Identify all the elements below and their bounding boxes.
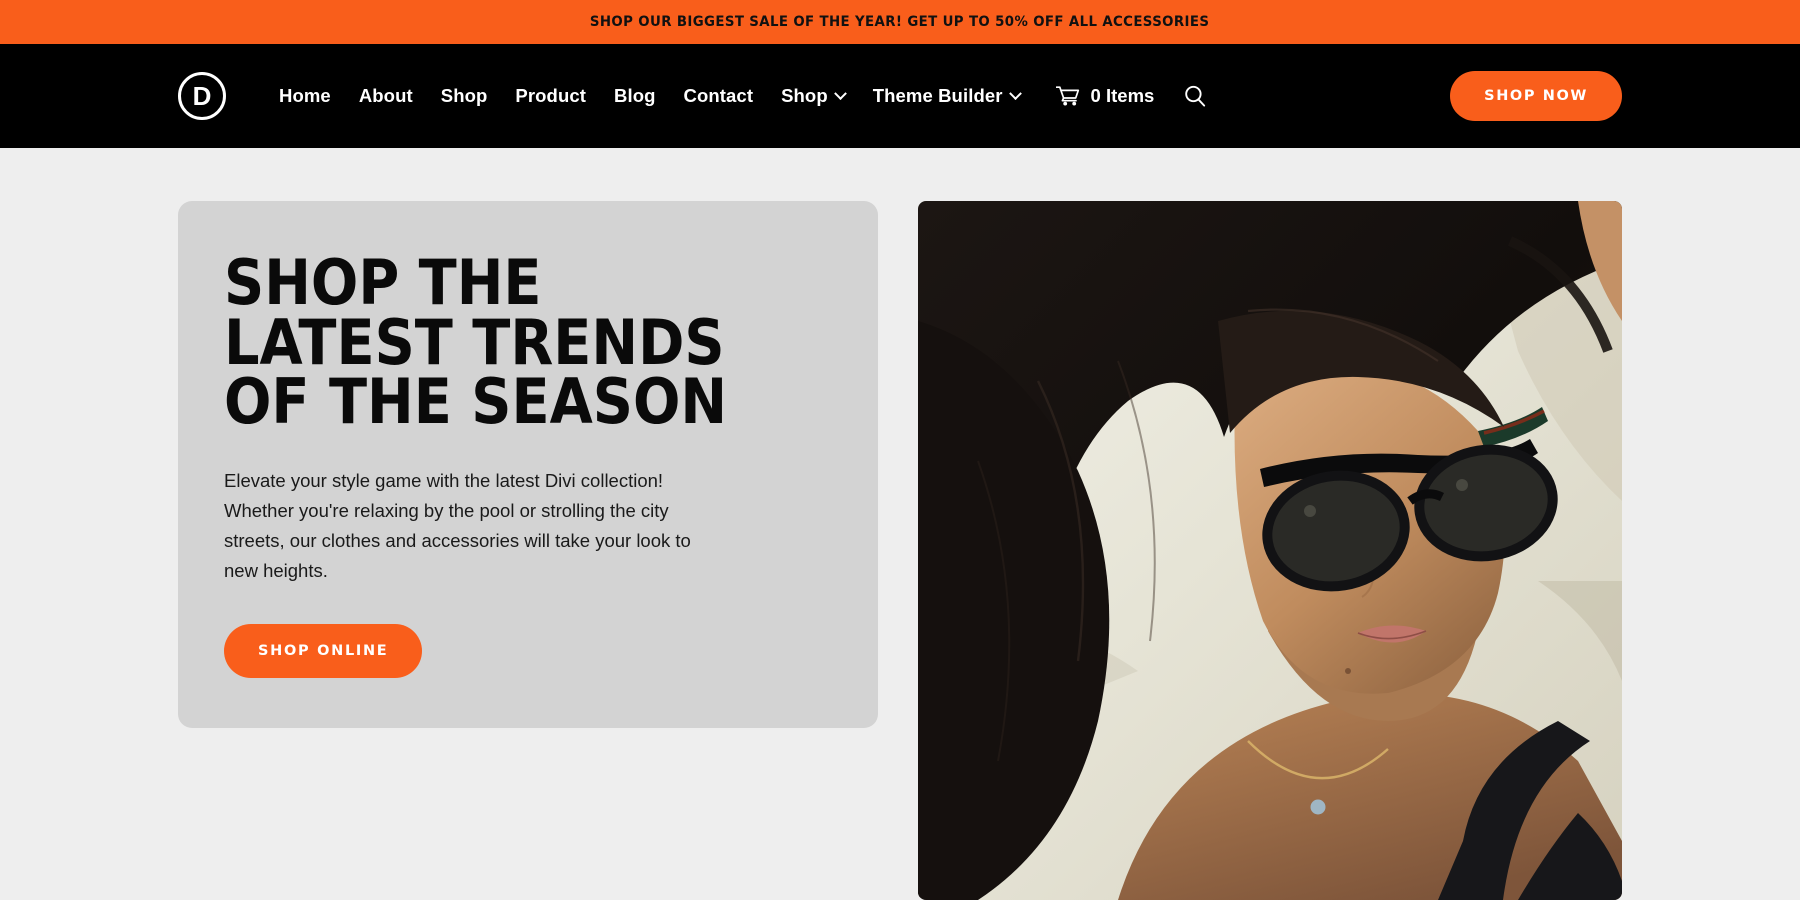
- nav-item-label: Contact: [683, 85, 754, 106]
- cart-link[interactable]: 0 Items: [1034, 85, 1169, 107]
- nav-item-about[interactable]: About: [345, 85, 427, 107]
- nav-item-blog[interactable]: Blog: [600, 85, 670, 107]
- nav-item-shop[interactable]: Shop: [427, 85, 502, 107]
- chevron-down-icon: [1008, 86, 1022, 100]
- nav-item-label: Shop: [440, 85, 488, 106]
- nav-item-label: Blog: [614, 85, 656, 106]
- nav-item-theme-builder-dropdown[interactable]: Theme Builder: [859, 85, 1034, 107]
- announcement-text: SHOP OUR BIGGEST SALE OF THE YEAR! GET U…: [590, 14, 1210, 30]
- announcement-bar: SHOP OUR BIGGEST SALE OF THE YEAR! GET U…: [0, 0, 1800, 44]
- shop-online-button[interactable]: SHOP ONLINE: [224, 624, 423, 679]
- search-button[interactable]: [1168, 85, 1222, 107]
- hero-paragraph: Elevate your style game with the latest …: [224, 469, 691, 581]
- shopping-cart-icon: [1055, 86, 1079, 106]
- nav-item-product[interactable]: Product: [501, 85, 600, 107]
- divi-circle-logo-icon[interactable]: D: [178, 72, 226, 120]
- hero-title: SHOP THE LATEST TRENDS OF THE SEASON: [224, 246, 728, 439]
- nav-links: Home About Shop Product Blog Contact Sho…: [265, 85, 1222, 107]
- nav-item-shop-dropdown[interactable]: Shop: [767, 85, 859, 107]
- nav-item-label: Home: [279, 85, 331, 106]
- cart-item-count: 0 Items: [1090, 85, 1155, 106]
- chevron-down-icon: [833, 86, 847, 100]
- nav-item-label: About: [358, 85, 413, 106]
- hero-section: SHOP THE LATEST TRENDS OF THE SEASON Ele…: [178, 148, 1622, 900]
- nav-item-label: Shop: [781, 85, 828, 106]
- main-navigation-bar: D Home About Shop Product Blog Contact S…: [0, 44, 1800, 148]
- hero-text-card: SHOP THE LATEST TRENDS OF THE SEASON Ele…: [178, 201, 878, 729]
- page-content: SHOP THE LATEST TRENDS OF THE SEASON Ele…: [0, 148, 1800, 900]
- logo-letter: D: [192, 81, 212, 111]
- hero-photo-illustration: [918, 201, 1622, 900]
- shop-now-button[interactable]: SHOP NOW: [1450, 71, 1622, 121]
- nav-item-contact[interactable]: Contact: [670, 85, 768, 107]
- nav-item-label: Theme Builder: [872, 85, 1003, 106]
- nav-item-home[interactable]: Home: [265, 85, 345, 107]
- search-icon: [1185, 85, 1206, 107]
- nav-item-label: Product: [515, 85, 586, 106]
- hero-model-photo: [918, 201, 1622, 900]
